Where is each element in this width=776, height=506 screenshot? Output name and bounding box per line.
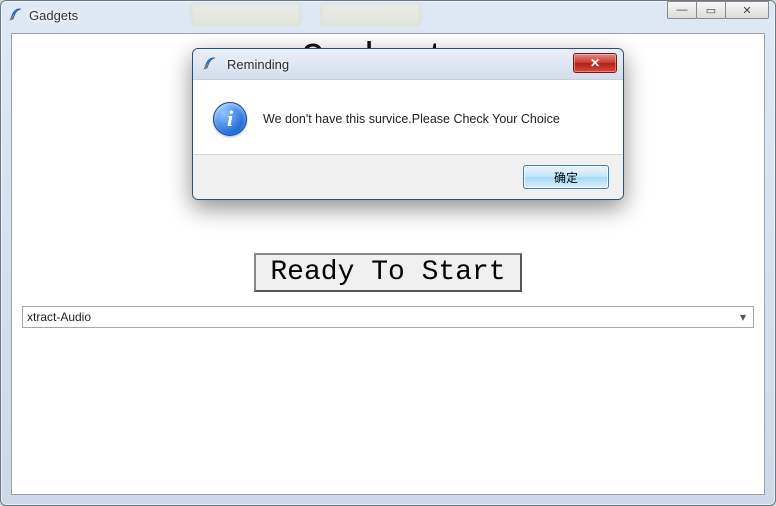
- background-tab-ghost: [191, 3, 301, 25]
- ok-button[interactable]: 确定: [523, 165, 609, 189]
- dialog-title: Reminding: [227, 57, 289, 72]
- dialog-message: We don't have this survice.Please Check …: [263, 112, 560, 126]
- dialog-close-button[interactable]: ✕: [573, 53, 617, 73]
- chevron-down-icon: ▾: [735, 309, 751, 325]
- close-button[interactable]: ✕: [725, 1, 769, 19]
- service-combobox[interactable]: xtract-Audio ▾: [22, 306, 754, 328]
- reminding-dialog: Reminding ✕ i We don't have this survice…: [192, 48, 624, 200]
- minimize-button[interactable]: —: [667, 1, 697, 19]
- minimize-icon: —: [677, 4, 688, 16]
- maximize-icon: ▭: [706, 4, 716, 17]
- dialog-titlebar[interactable]: Reminding ✕: [193, 49, 623, 79]
- info-icon: i: [213, 102, 247, 136]
- window-title: Gadgets: [29, 8, 78, 23]
- background-tab-ghost: [321, 3, 421, 25]
- dialog-feather-icon: [201, 56, 217, 72]
- dialog-footer: 确定: [193, 154, 623, 199]
- window-controls: — ▭ ✕: [668, 1, 769, 19]
- ready-to-start-button[interactable]: Ready To Start: [254, 253, 521, 292]
- close-icon: ✕: [742, 4, 751, 17]
- dialog-body: i We don't have this survice.Please Chec…: [193, 79, 623, 154]
- combobox-value: xtract-Audio: [27, 310, 91, 324]
- app-feather-icon: [7, 7, 23, 23]
- maximize-button[interactable]: ▭: [696, 1, 726, 19]
- titlebar[interactable]: Gadgets — ▭ ✕: [1, 1, 775, 29]
- close-icon: ✕: [590, 56, 600, 70]
